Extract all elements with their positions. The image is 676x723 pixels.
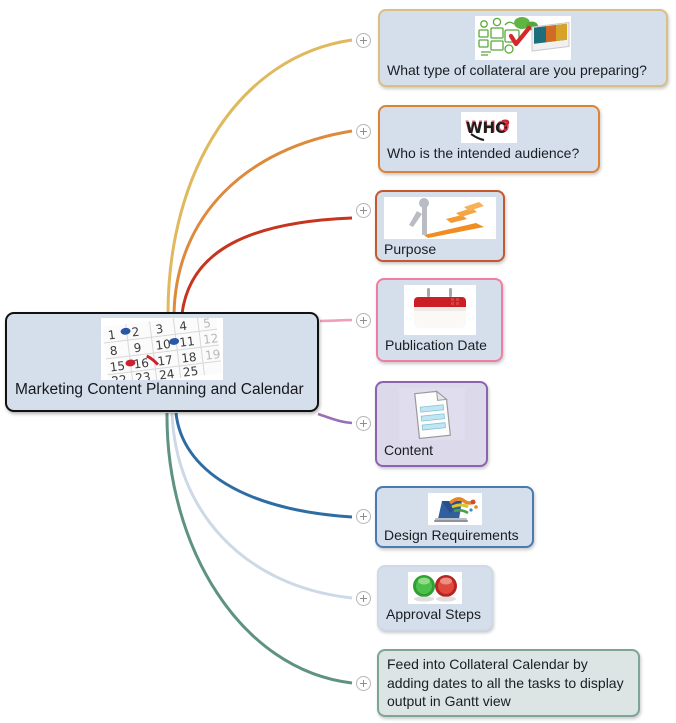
link-to-intended-audience	[172, 129, 353, 315]
svg-text:11: 11	[179, 334, 196, 350]
expander-publication-date[interactable]	[356, 313, 371, 328]
node-intended-audience[interactable]: WHO WHO ? Who is the intended audience?	[378, 105, 600, 173]
svg-text:22: 22	[111, 373, 128, 380]
link-to-content	[317, 412, 353, 425]
node-content[interactable]: Content	[375, 381, 488, 467]
link-to-purpose	[180, 216, 353, 315]
green-red-traffic-buttons-icon	[408, 572, 462, 604]
node-approval-steps[interactable]: Approval Steps	[377, 565, 493, 631]
svg-text:?: ?	[501, 116, 510, 135]
node-collateral-type[interactable]: What type of collateral are you preparin…	[378, 9, 668, 87]
expander-collateral-calendar-feed[interactable]	[356, 676, 371, 691]
link-to-publication-date	[319, 318, 353, 323]
laptop-colorful-design-icon	[427, 493, 482, 525]
root-node-label: Marketing Content Planning and Calendar	[15, 381, 304, 398]
expander-intended-audience[interactable]	[356, 124, 371, 139]
who-question-icon: WHO WHO ?	[461, 112, 517, 143]
link-to-collateral-calendar-feed	[165, 412, 353, 685]
expander-purpose[interactable]	[356, 203, 371, 218]
svg-text:24: 24	[158, 367, 175, 380]
node-intended-audience-label: Who is the intended audience?	[387, 145, 580, 161]
expander-design-requirements[interactable]	[356, 509, 371, 524]
link-to-design-requirements	[174, 412, 353, 519]
node-content-label: Content	[384, 442, 434, 458]
node-purpose[interactable]: Purpose	[375, 190, 505, 262]
node-purpose-label: Purpose	[384, 241, 437, 257]
svg-text:23: 23	[135, 370, 152, 380]
node-publication-date[interactable]: Publication Date	[376, 278, 503, 362]
link-to-collateral-type	[166, 38, 353, 315]
marketing-collateral-checklist-icon	[475, 16, 571, 60]
node-collateral-calendar-feed[interactable]: Feed into Collateral Calendar by adding …	[377, 649, 640, 717]
svg-text:10: 10	[155, 337, 172, 353]
node-approval-steps-label: Approval Steps	[386, 606, 481, 622]
svg-text:25: 25	[182, 364, 199, 380]
calendar-photo-icon: 123 45 8910 1112 151617 1819 222324 25	[101, 318, 223, 380]
document-page-icon	[398, 388, 465, 440]
root-node[interactable]: 123 45 8910 1112 151617 1819 222324 25	[5, 312, 319, 412]
node-collateral-calendar-feed-label: Feed into Collateral Calendar by adding …	[387, 656, 624, 710]
node-design-requirements-label: Design Requirements	[384, 527, 519, 543]
signpost-arrows-icon	[384, 197, 496, 239]
svg-text:5: 5	[202, 318, 211, 331]
node-publication-date-label: Publication Date	[385, 337, 487, 353]
expander-content[interactable]	[356, 416, 371, 431]
link-to-approval-steps	[170, 412, 353, 600]
red-calendar-icon	[403, 285, 476, 335]
svg-text:19: 19	[204, 347, 221, 363]
node-design-requirements[interactable]: Design Requirements	[375, 486, 534, 548]
node-collateral-type-label: What type of collateral are you preparin…	[387, 62, 647, 78]
mindmap-canvas: 123 45 8910 1112 151617 1819 222324 25	[0, 0, 676, 723]
expander-approval-steps[interactable]	[356, 591, 371, 606]
expander-collateral-type[interactable]	[356, 33, 371, 48]
svg-text:12: 12	[202, 331, 219, 347]
